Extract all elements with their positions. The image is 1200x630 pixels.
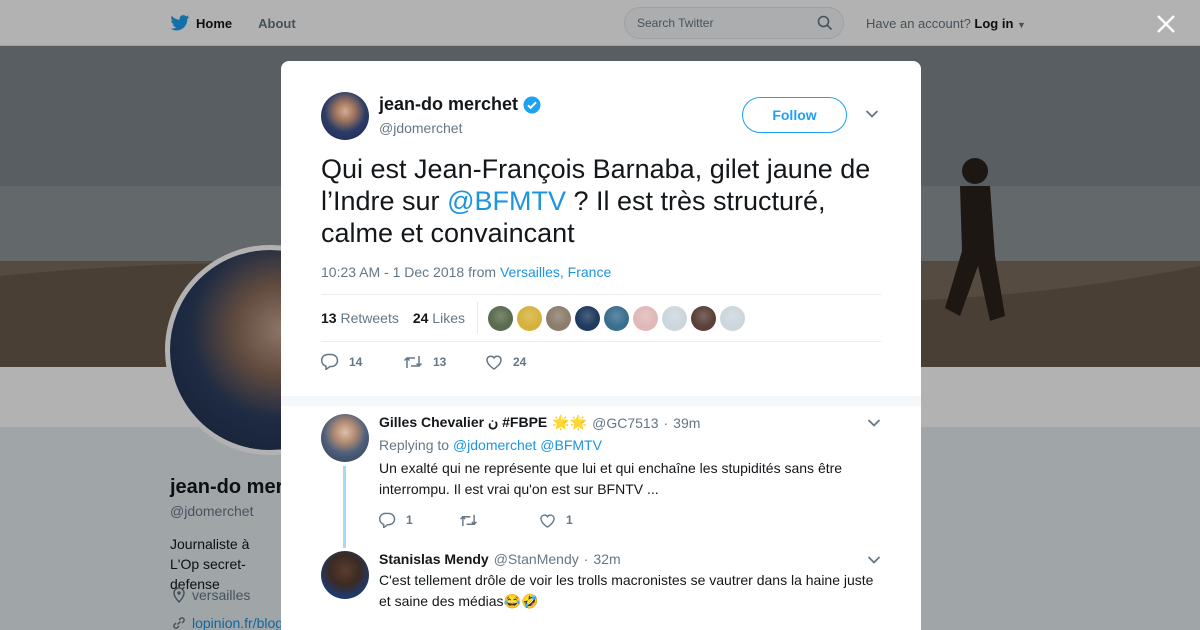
retweet-button[interactable]: 13	[403, 353, 467, 370]
replying-to-prefix: Replying to	[379, 437, 450, 453]
tweet-actions: 14 13 24	[321, 353, 549, 370]
retweet-icon	[460, 514, 477, 526]
reply-time[interactable]: 39m	[673, 415, 700, 431]
author-handle[interactable]: @jdomerchet	[379, 120, 541, 136]
chevron-down-icon[interactable]	[865, 109, 879, 119]
liker-avatar[interactable]	[690, 305, 716, 331]
liker-avatars	[487, 305, 745, 331]
tweet-author[interactable]: jean-do merchet @jdomerchet	[321, 92, 541, 140]
likes-count: 24	[412, 310, 429, 326]
reply-author-handle[interactable]: @StanMendy	[494, 551, 579, 567]
reply-text: Un exalté qui ne représente que lui et q…	[379, 460, 843, 497]
retweets-count: 13	[321, 310, 337, 326]
heart-icon	[486, 355, 502, 370]
tweet-time[interactable]: 10:23 AM - 1 Dec 2018 from	[321, 264, 500, 280]
tweet-stats: 13 Retweets 24 Likes	[321, 294, 881, 342]
star-emoji-icon: 🌟🌟	[552, 414, 588, 430]
tweet-timestamp: 10:23 AM - 1 Dec 2018 from Versailles, F…	[321, 264, 611, 280]
reply-avatar[interactable]	[321, 551, 369, 599]
reply-icon	[321, 353, 339, 370]
liker-avatar[interactable]	[545, 305, 571, 331]
retweets-label: Retweets	[340, 310, 399, 326]
tweet-mention-link[interactable]: @BFMTV	[447, 186, 566, 216]
liker-avatar[interactable]	[661, 305, 687, 331]
reply-count: 1	[406, 513, 413, 527]
like-count: 24	[513, 354, 527, 369]
reply-button[interactable]: 1	[379, 512, 441, 528]
conversation-thread-line	[343, 466, 346, 548]
liker-avatar[interactable]	[574, 305, 600, 331]
reply-actions: 1 1	[379, 512, 879, 528]
replying-to-handles[interactable]: @jdomerchet @BFMTV	[453, 437, 602, 453]
reply-author-name[interactable]: Gilles Chevalier ن #FBPE	[379, 414, 547, 431]
likes-label: Likes	[432, 310, 465, 326]
liker-avatar[interactable]	[516, 305, 542, 331]
retweets-stat[interactable]: 13 Retweets	[321, 310, 399, 326]
like-button[interactable]: 1	[539, 512, 601, 528]
replying-to: Replying to @jdomerchet @BFMTV	[379, 437, 879, 453]
tweet-permalink-modal: jean-do merchet @jdomerchet Follow Qui e…	[281, 61, 921, 630]
reply-icon	[379, 512, 396, 528]
chevron-down-icon[interactable]	[867, 555, 881, 565]
reply-author-name[interactable]: Stanislas Mendy	[379, 551, 489, 567]
retweet-icon	[403, 355, 423, 368]
reply-count: 14	[349, 354, 363, 369]
like-button[interactable]: 24	[485, 353, 549, 370]
liker-avatar[interactable]	[487, 305, 513, 331]
reply-header: Stanislas Mendy @StanMendy · 32m	[379, 551, 879, 567]
verified-badge-icon	[523, 96, 541, 113]
liker-avatar[interactable]	[632, 305, 658, 331]
liker-avatar[interactable]	[719, 305, 745, 331]
replies-divider	[281, 396, 921, 406]
reply-button[interactable]: 14	[321, 353, 385, 370]
tweet-location-link[interactable]: Versailles, France	[500, 264, 611, 280]
like-count: 1	[566, 513, 573, 527]
author-avatar[interactable]	[321, 92, 369, 140]
heart-icon	[540, 513, 555, 528]
reply-text: C'est tellement drôle de voir les trolls…	[379, 572, 874, 609]
liker-avatar[interactable]	[603, 305, 629, 331]
separator-dot: ·	[583, 551, 589, 567]
retweet-count: 13	[433, 354, 447, 369]
follow-button[interactable]: Follow	[742, 97, 847, 133]
author-name-row: jean-do merchet	[379, 94, 541, 115]
reply-time[interactable]: 32m	[593, 551, 620, 567]
stats-divider	[476, 302, 478, 334]
chevron-down-icon[interactable]	[867, 418, 881, 428]
likes-stat[interactable]: 24 Likes	[413, 310, 465, 326]
reply-header: Gilles Chevalier ن #FBPE 🌟🌟 @GC7513 · 39…	[379, 414, 879, 431]
tweet-text: Qui est Jean-François Barnaba, gilet jau…	[321, 153, 891, 249]
retweet-button[interactable]	[459, 512, 521, 528]
close-icon[interactable]	[1152, 10, 1180, 38]
reply-author-handle[interactable]: @GC7513	[592, 415, 658, 431]
reply-avatar[interactable]	[321, 414, 369, 462]
author-name[interactable]: jean-do merchet	[379, 94, 518, 115]
separator-dot: ·	[663, 414, 669, 431]
